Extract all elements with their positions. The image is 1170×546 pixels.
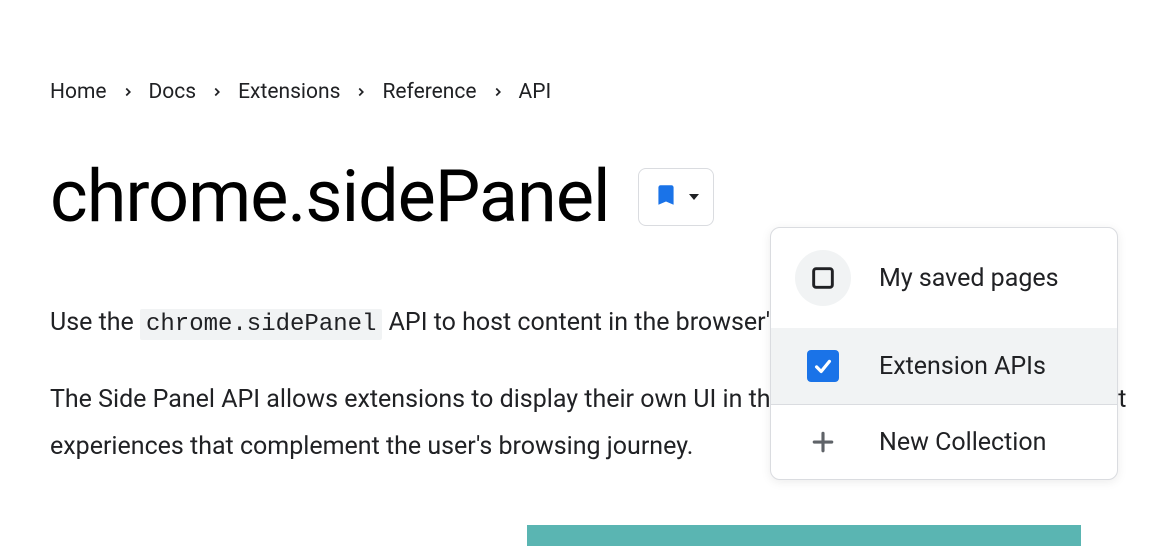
bookmark-icon bbox=[653, 180, 679, 213]
dropdown-item-label: New Collection bbox=[879, 428, 1046, 457]
breadcrumb-reference[interactable]: Reference bbox=[382, 80, 476, 104]
bookmark-dropdown-button[interactable] bbox=[638, 168, 714, 226]
dropdown-item-label: My saved pages bbox=[879, 264, 1059, 293]
caret-down-icon bbox=[689, 194, 699, 200]
dropdown-item-label: Extension APIs bbox=[879, 352, 1046, 381]
chevron-right-icon bbox=[354, 85, 368, 99]
chevron-right-icon bbox=[210, 85, 224, 99]
breadcrumb-api[interactable]: API bbox=[519, 80, 552, 104]
bookmark-dropdown-menu: My saved pages Extension APIs New Collec… bbox=[770, 227, 1118, 480]
breadcrumb-home[interactable]: Home bbox=[50, 80, 107, 104]
breadcrumb: Home Docs Extensions Reference API bbox=[50, 80, 1170, 104]
chevron-right-icon bbox=[491, 85, 505, 99]
dropdown-item-new-collection[interactable]: New Collection bbox=[771, 404, 1117, 479]
checkbox-checked-icon bbox=[807, 350, 839, 382]
breadcrumb-extensions[interactable]: Extensions bbox=[238, 80, 340, 104]
breadcrumb-docs[interactable]: Docs bbox=[149, 80, 197, 104]
chevron-right-icon bbox=[121, 85, 135, 99]
code-inline: chrome.sidePanel bbox=[140, 309, 382, 340]
square-outline-icon bbox=[795, 250, 851, 306]
page-title: chrome.sidePanel bbox=[50, 154, 610, 239]
dropdown-item-extension-apis[interactable]: Extension APIs bbox=[771, 328, 1117, 404]
plus-icon bbox=[795, 427, 851, 457]
dropdown-item-my-saved-pages[interactable]: My saved pages bbox=[771, 228, 1117, 328]
teal-banner bbox=[527, 525, 1081, 546]
